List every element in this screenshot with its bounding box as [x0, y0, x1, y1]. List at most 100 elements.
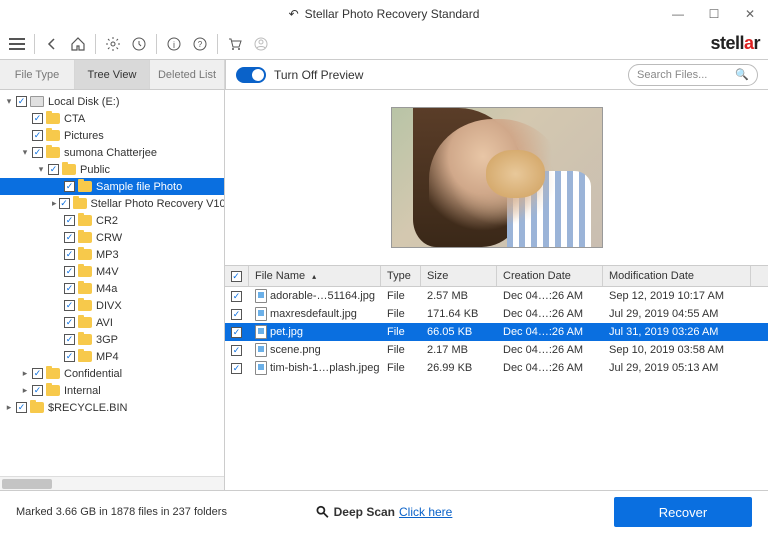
tree-node[interactable]: ▸Confidential — [0, 365, 224, 382]
table-row[interactable]: maxresdefault.jpgFile171.64 KBDec 04…:26… — [225, 305, 768, 323]
deep-scan-link[interactable]: Click here — [399, 505, 452, 519]
tree-checkbox[interactable] — [59, 198, 70, 209]
tree-checkbox[interactable] — [64, 351, 75, 362]
tree-checkbox[interactable] — [64, 317, 75, 328]
info-button[interactable]: i — [165, 35, 183, 53]
tree-node[interactable]: Pictures — [0, 127, 224, 144]
folder-icon — [78, 300, 92, 311]
col-type[interactable]: Type — [381, 266, 421, 286]
tree-checkbox[interactable] — [64, 215, 75, 226]
col-size[interactable]: Size — [421, 266, 497, 286]
table-row[interactable]: scene.pngFile2.17 MBDec 04…:26 AMSep 10,… — [225, 341, 768, 359]
tree-checkbox[interactable] — [48, 164, 59, 175]
preview-toggle-label: Turn Off Preview — [274, 68, 363, 82]
nav-back-button[interactable] — [43, 35, 61, 53]
tree-node[interactable]: ▾ Local Disk (E:) — [0, 93, 224, 110]
folder-icon — [73, 198, 87, 209]
folder-icon — [78, 283, 92, 294]
preview-image — [391, 107, 603, 248]
tree-checkbox[interactable] — [64, 181, 75, 192]
tree-node[interactable]: ▸$RECYCLE.BIN — [0, 399, 224, 416]
tree-h-scrollbar[interactable] — [0, 476, 224, 490]
tree-node[interactable]: ▾sumona Chatterjee — [0, 144, 224, 161]
history-button[interactable] — [130, 35, 148, 53]
folder-icon — [78, 181, 92, 192]
preview-toggle[interactable] — [236, 67, 266, 83]
tree-checkbox[interactable] — [64, 283, 75, 294]
tree-checkbox[interactable] — [64, 266, 75, 277]
tree-checkbox[interactable] — [32, 147, 43, 158]
table-row[interactable]: tim-bish-1…plash.jpegFile26.99 KBDec 04…… — [225, 359, 768, 377]
tree-node[interactable]: AVI — [0, 314, 224, 331]
status-text: Marked 3.66 GB in 1878 files in 237 fold… — [16, 506, 227, 518]
tree-node[interactable]: MP3 — [0, 246, 224, 263]
folder-icon — [46, 130, 60, 141]
row-checkbox[interactable] — [231, 309, 242, 320]
expand-caret-icon[interactable]: ▸ — [20, 385, 30, 396]
expand-caret-icon[interactable]: ▾ — [36, 164, 46, 175]
row-checkbox[interactable] — [231, 291, 242, 302]
tab-file-type[interactable]: File Type — [0, 60, 75, 89]
tree-checkbox[interactable] — [64, 232, 75, 243]
tree-checkbox[interactable] — [16, 96, 27, 107]
tree-checkbox[interactable] — [32, 113, 43, 124]
user-button[interactable] — [252, 35, 270, 53]
search-input[interactable]: Search Files... 🔍 — [628, 64, 758, 86]
col-modified[interactable]: Modification Date — [603, 266, 751, 286]
tree-checkbox[interactable] — [32, 368, 43, 379]
minimize-button[interactable]: — — [660, 0, 696, 28]
select-all-checkbox[interactable] — [231, 271, 242, 282]
tree-node[interactable]: CTA — [0, 110, 224, 127]
table-row[interactable]: adorable-…51164.jpgFile2.57 MBDec 04…:26… — [225, 287, 768, 305]
tree-label: CR2 — [96, 215, 118, 227]
tree-node[interactable]: CRW — [0, 229, 224, 246]
tree-checkbox[interactable] — [64, 334, 75, 345]
expand-caret-icon[interactable]: ▸ — [4, 402, 14, 413]
menu-button[interactable] — [8, 35, 26, 53]
home-button[interactable] — [69, 35, 87, 53]
settings-button[interactable] — [104, 35, 122, 53]
col-filename[interactable]: File Name▴ — [249, 266, 381, 286]
tree-node[interactable]: CR2 — [0, 212, 224, 229]
tree-checkbox[interactable] — [32, 385, 43, 396]
expand-caret-icon[interactable]: ▾ — [20, 147, 30, 158]
file-size: 171.64 KB — [421, 308, 497, 320]
row-checkbox[interactable] — [231, 363, 242, 374]
expand-caret-icon[interactable]: ▸ — [20, 368, 30, 379]
tree-node[interactable]: ▸Stellar Photo Recovery V10 — [0, 195, 224, 212]
file-size: 2.17 MB — [421, 344, 497, 356]
help-button[interactable]: ? — [191, 35, 209, 53]
tree-node[interactable]: M4V — [0, 263, 224, 280]
tab-tree-view[interactable]: Tree View — [75, 60, 150, 89]
table-row[interactable]: pet.jpgFile66.05 KBDec 04…:26 AMJul 31, … — [225, 323, 768, 341]
col-created[interactable]: Creation Date — [497, 266, 603, 286]
recover-button[interactable]: Recover — [614, 497, 752, 527]
titlebar: ↶ Stellar Photo Recovery Standard — ☐ ✕ — [0, 0, 768, 28]
expand-caret-icon[interactable]: ▾ — [4, 96, 14, 107]
maximize-button[interactable]: ☐ — [696, 0, 732, 28]
tree-node[interactable]: ▾Public — [0, 161, 224, 178]
folder-icon — [46, 147, 60, 158]
tree-node[interactable]: MP4 — [0, 348, 224, 365]
tree-checkbox[interactable] — [32, 130, 43, 141]
deep-scan: Deep Scan Click here — [316, 505, 453, 519]
cart-button[interactable] — [226, 35, 244, 53]
tree-node[interactable]: ▸Internal — [0, 382, 224, 399]
tree-node[interactable]: M4a — [0, 280, 224, 297]
tree-label: M4a — [96, 283, 117, 295]
tree-node[interactable]: Sample file Photo — [0, 178, 224, 195]
tree-label: MP3 — [96, 249, 119, 261]
row-checkbox[interactable] — [231, 327, 242, 338]
tab-deleted-list[interactable]: Deleted List — [150, 60, 225, 89]
tree-checkbox[interactable] — [16, 402, 27, 413]
row-checkbox[interactable] — [231, 345, 242, 356]
tree-checkbox[interactable] — [64, 249, 75, 260]
file-modified: Jul 29, 2019 05:13 AM — [603, 362, 751, 374]
expand-caret-icon[interactable]: ▸ — [52, 198, 57, 209]
tree-checkbox[interactable] — [64, 300, 75, 311]
file-name: adorable-…51164.jpg — [270, 290, 375, 302]
close-button[interactable]: ✕ — [732, 0, 768, 28]
tree-node[interactable]: DIVX — [0, 297, 224, 314]
tree-label: Local Disk (E:) — [48, 96, 120, 108]
tree-node[interactable]: 3GP — [0, 331, 224, 348]
